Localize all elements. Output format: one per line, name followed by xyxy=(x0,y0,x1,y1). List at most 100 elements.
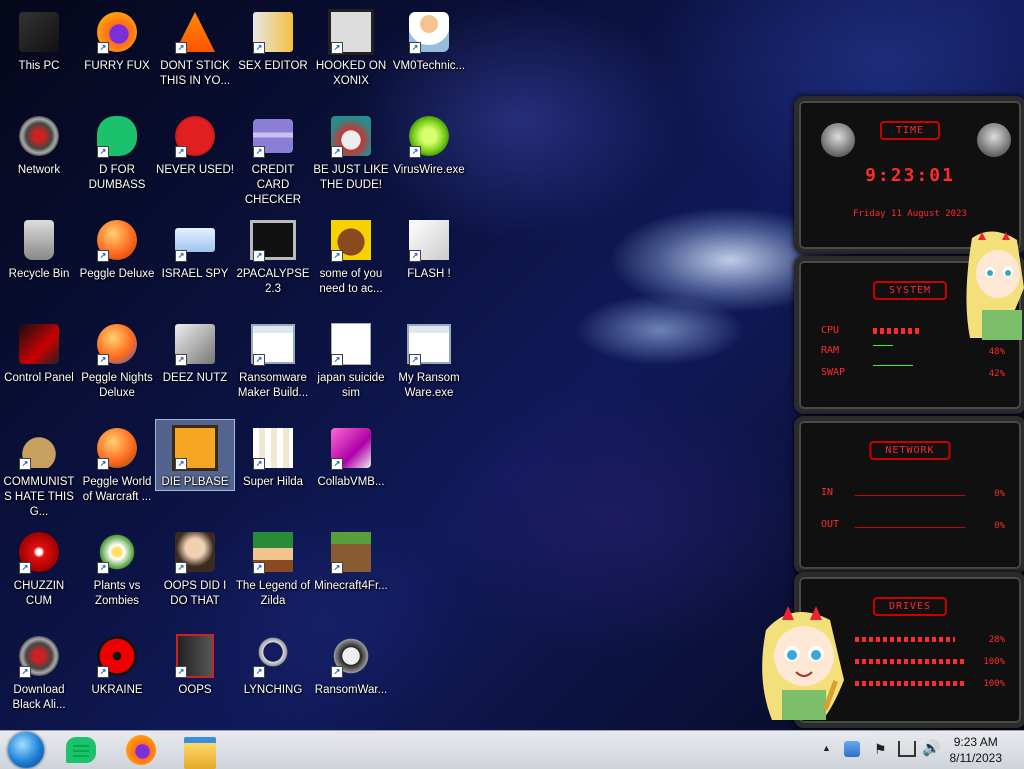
ram-bar xyxy=(873,345,893,346)
shortcut-arrow-icon: ↗ xyxy=(97,146,109,158)
pixel-hilda-icon: ↗ xyxy=(249,424,297,472)
desktop-icon-label: RansomWar... xyxy=(314,684,388,696)
in-label: IN xyxy=(821,487,834,498)
desktop-icon[interactable]: ↗ DIE PLBASE xyxy=(155,419,235,491)
desktop-icon[interactable]: ↗ HOOKED ON XONIX xyxy=(312,4,390,89)
desktop-icon-label: ISRAEL SPY xyxy=(161,268,229,280)
tray-clock[interactable]: 9:23 AM 8/11/2023 xyxy=(950,734,1003,766)
control-panel-graphic xyxy=(19,324,59,364)
network-gadget: NETWORK IN 0% OUT 0% xyxy=(794,416,1024,574)
desktop-icon[interactable]: ↗ OOPS xyxy=(156,628,234,698)
desktop-icon[interactable]: This PC xyxy=(0,4,78,74)
desktop-icon-label: Peggle Deluxe xyxy=(79,268,155,280)
shortcut-arrow-icon: ↗ xyxy=(409,146,421,158)
desktop-icon[interactable]: ↗ LYNCHING xyxy=(234,628,312,698)
alien-network-icon xyxy=(15,112,63,160)
portrait-icon: ↗ xyxy=(171,528,219,576)
xonix-icon: ↗ xyxy=(327,8,375,56)
desktop-icon[interactable]: ↗ CREDIT CARD CHECKER xyxy=(234,108,312,208)
shortcut-arrow-icon: ↗ xyxy=(253,354,265,366)
desktop-icon[interactable]: ↗ My Ransom Ware.exe xyxy=(390,316,468,401)
taskbar-d-app-icon[interactable] xyxy=(66,737,96,763)
desktop-icon[interactable]: ↗ CollabVMB... xyxy=(312,420,390,490)
shortcut-arrow-icon: ↗ xyxy=(175,42,187,54)
desktop-icon[interactable]: ↗ Super Hilda xyxy=(234,420,312,490)
desktop-icon-label: Network xyxy=(17,164,61,176)
desktop-icon[interactable]: ↗ 2PACALYPSE 2.3 xyxy=(234,212,312,297)
desktop-icon[interactable]: ↗ RansomWar... xyxy=(312,628,390,698)
desktop-icon[interactable]: ↗ The Legend of Zilda xyxy=(234,524,312,609)
peggle-icon: ↗ xyxy=(93,216,141,264)
drive-bar-3 xyxy=(855,681,965,686)
desktop-icon[interactable]: ↗ DEEZ NUTZ xyxy=(156,316,234,386)
taskbar-firefox-icon[interactable] xyxy=(126,735,156,765)
tray-chevron-icon[interactable]: ▲ xyxy=(822,743,831,753)
desktop-icon[interactable]: ↗ Peggle Deluxe xyxy=(78,212,156,282)
shortcut-arrow-icon: ↗ xyxy=(409,354,421,366)
shortcut-arrow-icon: ↗ xyxy=(331,146,343,158)
in-graph xyxy=(855,495,965,496)
this-pc-icon xyxy=(15,8,63,56)
shortcut-arrow-icon: ↗ xyxy=(97,42,109,54)
desktop-icon-label: UKRAINE xyxy=(91,684,143,696)
drive-value-2: 100% xyxy=(983,657,1005,667)
shortcut-arrow-icon: ↗ xyxy=(97,458,109,470)
desktop-icon[interactable]: ↗ Plants vs Zombies xyxy=(78,524,156,609)
desktop-icon[interactable]: ↗ ISRAEL SPY xyxy=(156,212,234,282)
taskbar-file-explorer-icon[interactable] xyxy=(184,737,216,769)
system-title: SYSTEM xyxy=(872,281,948,300)
desktop-icon[interactable]: Recycle Bin xyxy=(0,212,78,282)
desktop-icon[interactable]: ↗ VirusWire.exe xyxy=(390,108,468,178)
shortcut-arrow-icon: ↗ xyxy=(253,42,265,54)
desktop-icon[interactable]: ↗ OOPS DID I DO THAT xyxy=(156,524,234,609)
desktop-icon[interactable]: ↗ NEVER USED! xyxy=(156,108,234,178)
desktop-icon-label: OOPS xyxy=(178,684,212,696)
swap-value: 42% xyxy=(988,369,1005,379)
desktop-icon-label: CHUZZIN CUM xyxy=(13,580,65,607)
shortcut-arrow-icon: ↗ xyxy=(253,666,265,678)
desktop-icon[interactable]: Network xyxy=(0,108,78,178)
drives-title: DRIVES xyxy=(872,597,948,616)
desktop-icon-label: Ransomware Maker Build... xyxy=(237,372,309,399)
shortcut-arrow-icon: ↗ xyxy=(97,562,109,574)
shortcut-arrow-icon: ↗ xyxy=(97,354,109,366)
desktop-icon[interactable]: ↗ SEX EDITOR xyxy=(234,4,312,74)
tray-shield-icon[interactable] xyxy=(844,741,860,757)
control-panel-icon xyxy=(15,320,63,368)
desktop-icon[interactable]: ↗ D FOR DUMBASS xyxy=(78,108,156,193)
desktop-icon[interactable]: ↗ CHUZZIN CUM xyxy=(0,524,78,609)
dog-icon: ↗ xyxy=(327,216,375,264)
desktop-icon[interactable]: ↗ FURRY FUX xyxy=(78,4,156,74)
desktop-icon[interactable]: ↗ japan suicide sim xyxy=(312,316,390,401)
desktop-icon[interactable]: ↗ Peggle Nights Deluxe xyxy=(78,316,156,401)
desktop-icon[interactable]: ↗ FLASH ! xyxy=(390,212,468,282)
desktop-icon[interactable]: Control Panel xyxy=(0,316,78,386)
desktop-icon-label: BE JUST LIKE THE DUDE! xyxy=(313,164,389,191)
tray-network-icon[interactable] xyxy=(898,741,916,757)
star-character-bottom xyxy=(752,600,852,724)
desktop-icon-label: some of you need to ac... xyxy=(319,268,383,295)
desktop-icon[interactable]: ↗ UKRAINE xyxy=(78,628,156,698)
recycle-bin-icon xyxy=(15,216,63,264)
desktop-icon[interactable]: ↗ COMMUNISTS HATE THIS G... xyxy=(0,420,78,520)
desktop-icon[interactable]: ↗ Peggle World of Warcraft ... xyxy=(78,420,156,505)
shortcut-arrow-icon: ↗ xyxy=(175,250,187,262)
desktop-icon[interactable]: ↗ Minecraft4Fr... xyxy=(312,524,390,594)
cpu-label: CPU xyxy=(821,325,840,336)
shortcut-arrow-icon: ↗ xyxy=(331,354,343,366)
shortcut-arrow-icon: ↗ xyxy=(253,458,265,470)
desktop-icon[interactable]: ↗ VM0Technic... xyxy=(390,4,468,74)
desktop-icon[interactable]: ↗ DONT STICK THIS IN YO... xyxy=(156,4,234,89)
desktop-icon[interactable]: ↗ some of you need to ac... xyxy=(312,212,390,297)
tray-flag-icon[interactable]: ⚑ xyxy=(874,741,887,758)
desktop-icon[interactable]: ↗ Download Black Ali... xyxy=(0,628,78,713)
this-pc-graphic xyxy=(19,12,59,52)
shortcut-arrow-icon: ↗ xyxy=(253,562,265,574)
shortcut-arrow-icon: ↗ xyxy=(19,458,31,470)
network-title: NETWORK xyxy=(869,441,951,460)
desktop-icon[interactable]: ↗ BE JUST LIKE THE DUDE! xyxy=(312,108,390,193)
start-button[interactable] xyxy=(8,732,44,768)
terminal-icon: ↗ xyxy=(249,216,297,264)
desktop-icon[interactable]: ↗ Ransomware Maker Build... xyxy=(234,316,312,401)
tray-volume-icon[interactable]: 🔊 xyxy=(922,739,941,757)
